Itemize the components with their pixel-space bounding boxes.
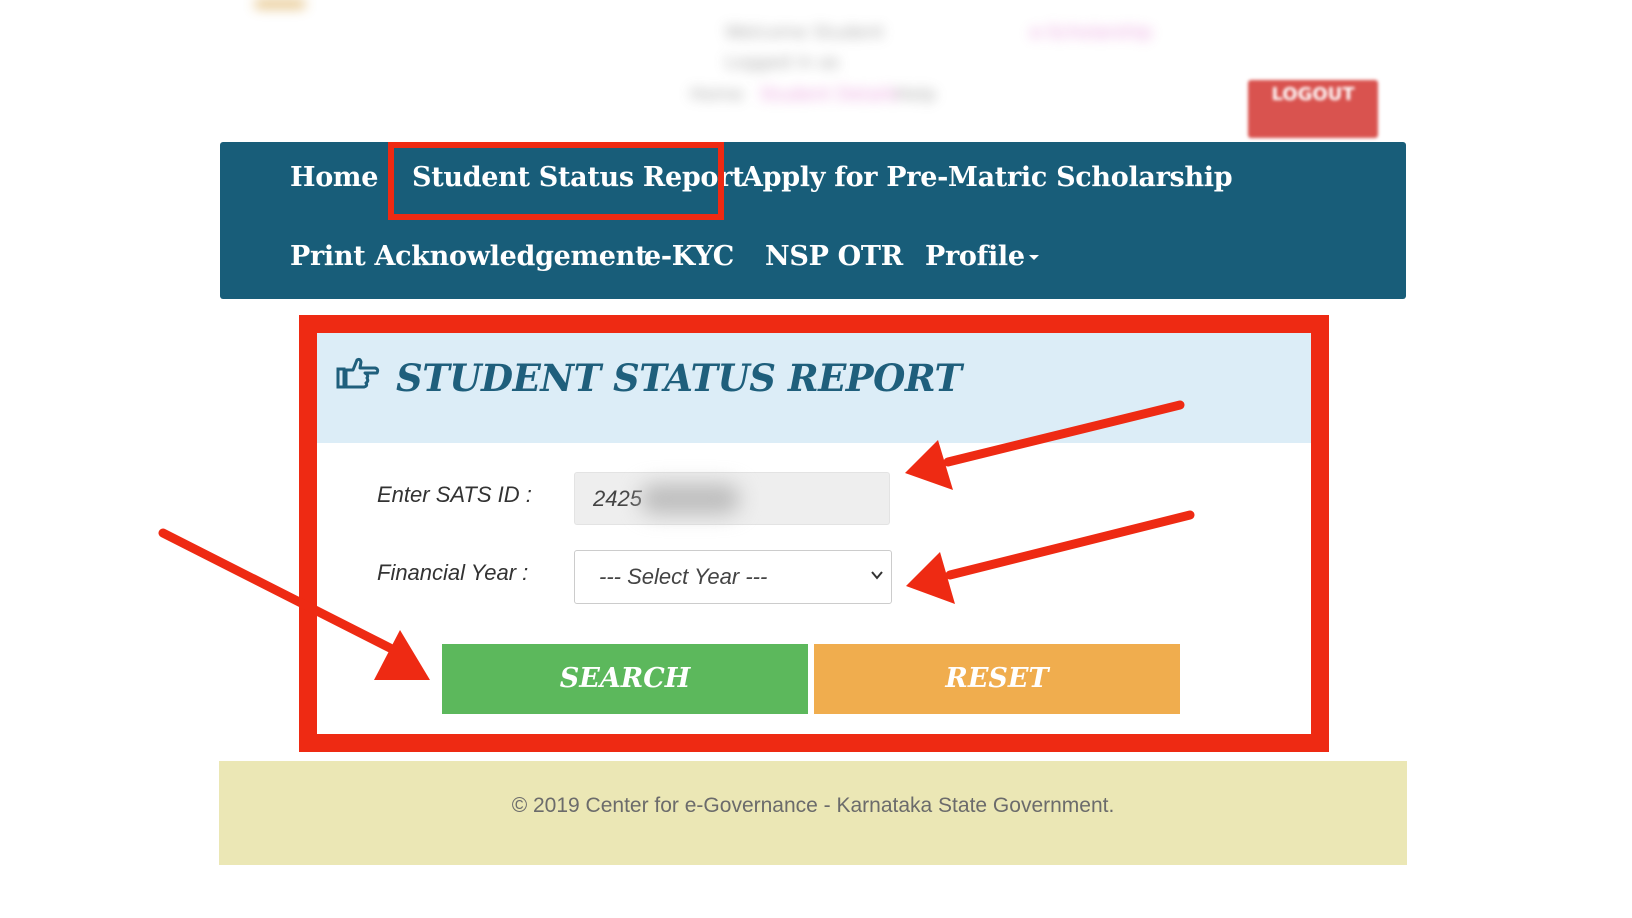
sats-id-value: 2425: [593, 486, 642, 511]
nav-item-apply-pre-matric[interactable]: Apply for Pre-Matric Scholarship: [742, 162, 1233, 193]
nav-item-profile[interactable]: Profile: [925, 241, 1039, 272]
search-button[interactable]: SEARCH: [442, 644, 808, 714]
nav-item-nsp-otr[interactable]: NSP OTR: [765, 241, 903, 272]
logout-button[interactable]: LOGOUT: [1248, 80, 1378, 138]
sats-id-redaction: [640, 484, 740, 514]
nav-item-ekyc[interactable]: e-KYC: [644, 241, 734, 272]
blurred-header: Welcome Student Logged in as Home Studen…: [0, 0, 1632, 112]
financial-year-select[interactable]: --- Select Year ---: [574, 550, 892, 604]
footer: © 2019 Center for e-Governance - Karnata…: [219, 761, 1407, 865]
annotation-highlight-nav: [388, 142, 724, 220]
nav-item-print-acknowledgement[interactable]: Print Acknowledgement: [290, 241, 647, 272]
panel-title: STUDENT STATUS REPORT: [396, 356, 962, 400]
financial-year-selected: --- Select Year ---: [599, 564, 768, 589]
nav-item-home[interactable]: Home: [290, 162, 378, 193]
footer-copyright: © 2019 Center for e-Governance - Karnata…: [511, 794, 1115, 817]
site-logo: [255, 0, 305, 8]
header-link-home[interactable]: Home: [690, 84, 743, 105]
header-link-escholarship[interactable]: e-Scholarship: [1030, 22, 1152, 43]
chevron-down-icon: [871, 571, 883, 580]
welcome-text: Welcome Student: [725, 22, 884, 43]
reset-button[interactable]: RESET: [814, 644, 1180, 714]
hand-pointer-icon: [336, 357, 380, 389]
financial-year-label: Financial Year :: [377, 560, 529, 585]
header-link-student-details[interactable]: Student Details: [760, 84, 899, 105]
nav-item-profile-label: Profile: [925, 241, 1025, 272]
header-link-help[interactable]: Help: [895, 84, 936, 105]
logged-in-text: Logged in as: [725, 52, 840, 73]
caret-down-icon: [1028, 255, 1039, 260]
sats-id-label: Enter SATS ID :: [377, 482, 532, 507]
